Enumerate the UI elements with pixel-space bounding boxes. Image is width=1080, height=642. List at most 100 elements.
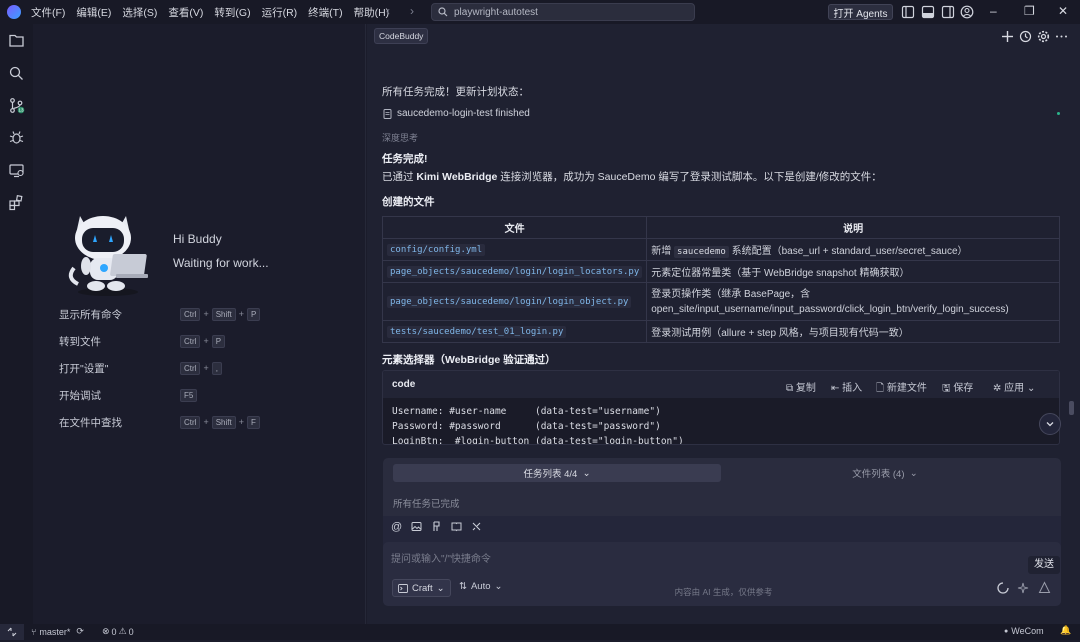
menu-view[interactable]: 查看(V) (168, 5, 203, 20)
status-dot (1057, 112, 1060, 115)
wecom-indicator[interactable]: ● WeCom (1004, 626, 1044, 636)
menu-file[interactable]: 文件(F) (31, 5, 65, 20)
notifications-bell-icon[interactable]: 🔔 (1060, 625, 1071, 636)
table-header: 说明 (646, 216, 1060, 239)
open-agents-button[interactable]: 打开 Agents (828, 4, 893, 20)
restore-icon[interactable]: ❐ (1024, 4, 1035, 18)
extensions-icon[interactable] (8, 194, 25, 211)
table-row: tests/saucedemo/test_01_login.py 登录测试用例（… (381, 320, 1060, 343)
menu-terminal[interactable]: 终端(T) (308, 5, 342, 20)
code-block: code ⧉ 复制 ⇤ 插入 🗋 新建文件 🖫 保存 ✲ 应用 ⌄ Userna… (382, 370, 1060, 445)
git-branch-icon: ⑂ (31, 626, 37, 637)
input-toolbar: @ (391, 521, 482, 533)
copy-button[interactable]: ⧉ 复制 (786, 379, 816, 394)
tab-file-list[interactable]: 文件列表 (4) ⌄ (721, 464, 1049, 482)
save-button[interactable]: 🖫 保存 (942, 379, 973, 398)
close-icon[interactable]: ✕ (1058, 4, 1068, 18)
menu-run[interactable]: 运行(R) (262, 5, 298, 20)
table-header: 文件 (381, 216, 648, 239)
toggle-panel-icon[interactable] (921, 5, 935, 19)
file-link[interactable]: tests/saucedemo/test_01_login.py (387, 326, 567, 338)
shortcut-show-commands[interactable]: 显示所有命令 Ctrl + Shift + P (59, 306, 359, 322)
send-button[interactable]: 发送 (1028, 556, 1060, 574)
buddy-robot-mascot (68, 216, 148, 296)
new-chat-plus-icon[interactable] (1001, 30, 1014, 43)
all-tasks-done-text: 所有任务已完成 (393, 499, 460, 510)
sync-icon: ⟳ (76, 626, 84, 636)
toggle-secondary-sidebar-icon[interactable] (941, 5, 955, 19)
code-line: Password: #password (data-test="password… (392, 421, 661, 432)
title-bar: 文件(F) 编辑(E) 选择(S) 查看(V) 转到(G) 运行(R) 终端(T… (0, 0, 1080, 24)
forward-arrow-icon[interactable]: › (410, 4, 414, 18)
plan-update-text: 所有任务完成！更新计划状态： (382, 86, 529, 98)
code-block-header: code ⧉ 复制 ⇤ 插入 🗋 新建文件 🖫 保存 ✲ 应用 ⌄ (383, 371, 1059, 398)
files-heading: 创建的文件 (382, 196, 435, 208)
menu-selection[interactable]: 选择(S) (122, 5, 157, 20)
shortcut-go-to-file[interactable]: 转到文件 Ctrl + P (59, 333, 359, 349)
file-link[interactable]: page_objects/saucedemo/login/login_objec… (387, 296, 632, 308)
search-icon (438, 7, 448, 17)
account-icon[interactable] (960, 5, 974, 19)
code-language-label: code (392, 379, 416, 390)
debug-icon[interactable] (8, 129, 25, 146)
back-arrow-icon[interactable]: ‹ (386, 4, 390, 18)
selector-heading: 元素选择器（WebBridge 验证通过） (382, 354, 556, 366)
history-icon[interactable] (1019, 30, 1032, 43)
shortcut-open-settings[interactable]: 打开"设置" Ctrl + , (59, 360, 359, 376)
source-control-icon[interactable]: 13 (8, 97, 25, 114)
scroll-to-bottom-button[interactable] (1039, 413, 1061, 435)
toggle-sidebar-icon[interactable] (901, 5, 915, 19)
shortcut-start-debug[interactable]: 开始调试 F5 (59, 387, 359, 403)
command-search-input[interactable]: playwright-autotest (431, 3, 695, 21)
created-files-table: 文件 说明 config/config.yml 新增 saucedemo 系统配… (381, 216, 1060, 343)
deep-thinking-label[interactable]: 深度思考 (382, 131, 418, 144)
image-icon[interactable] (411, 521, 422, 532)
table-row: page_objects/saucedemo/login/login_objec… (381, 282, 1060, 321)
status-bar: ⑂ master* ⟳ ⊗ 0 ⚠ 0 ● WeCom 🔔 (0, 624, 1080, 640)
menu-help[interactable]: 帮助(H) (354, 5, 390, 20)
table-row: config/config.yml 新增 saucedemo 系统配置（base… (381, 238, 1060, 261)
remote-explorer-icon[interactable] (8, 162, 25, 179)
mention-icon[interactable]: @ (391, 521, 402, 533)
more-options-icon[interactable] (1055, 30, 1068, 43)
app-logo-icon (7, 5, 21, 19)
remote-indicator[interactable] (0, 624, 24, 640)
search-icon[interactable] (8, 65, 25, 82)
tools-icon[interactable] (471, 521, 482, 532)
input-placeholder: 提问或输入"/"快捷命令 (391, 554, 491, 565)
settings-gear-icon[interactable] (1037, 30, 1050, 43)
greeting-text: Hi Buddy (173, 232, 222, 246)
minimize-icon[interactable]: – (990, 4, 997, 18)
tab-codebuddy[interactable]: CodeBuddy (374, 28, 429, 44)
file-link[interactable]: config/config.yml (387, 244, 486, 256)
chat-scrollbar[interactable] (1069, 401, 1074, 415)
problems-indicator[interactable]: ⊗ 0 ⚠ 0 (102, 626, 134, 637)
rules-icon[interactable] (431, 521, 442, 532)
chevron-down-icon: ⌄ (909, 467, 918, 479)
task-done-heading: 任务完成! (382, 153, 428, 165)
chevron-down-icon: ⌄ (582, 467, 591, 479)
table-header-row: 文件 说明 (381, 216, 1060, 239)
file-link[interactable]: page_objects/saucedemo/login/login_locat… (387, 266, 643, 278)
svg-text:13: 13 (18, 108, 24, 113)
remote-icon (7, 627, 17, 637)
clipboard-icon (383, 109, 392, 119)
shortcut-find-in-files[interactable]: 在文件中查找 Ctrl + Shift + F (59, 414, 359, 430)
welcome-panel: Hi Buddy Waiting for work... 显示所有命令 Ctrl… (33, 24, 366, 624)
menu-go[interactable]: 转到(G) (214, 5, 250, 20)
apply-button[interactable]: ✲ 应用 ⌄ (993, 379, 1035, 394)
insert-button[interactable]: ⇤ 插入 (831, 379, 862, 394)
error-icon: ⊗ (102, 626, 110, 636)
tab-task-list[interactable]: 任务列表 4/4 ⌄ (393, 464, 721, 482)
chevron-down-icon (1046, 422, 1054, 427)
code-line: LoginBtn: #login-button (data-test="logi… (392, 436, 684, 445)
branch-indicator[interactable]: ⑂ master* ⟳ (31, 626, 84, 637)
summary-text: 已通过 Kimi WebBridge 连接浏览器，成功为 SauceDemo 编… (382, 171, 882, 183)
menu-edit[interactable]: 编辑(E) (76, 5, 111, 20)
code-line: Username: #user-name (data-test="usernam… (392, 406, 661, 417)
activity-bar: 13 (0, 24, 33, 624)
agent-status-text: Waiting for work... (173, 256, 269, 270)
new-file-button[interactable]: 🗋 新建文件 (876, 379, 927, 398)
explorer-icon[interactable] (8, 32, 25, 49)
book-icon[interactable] (451, 521, 462, 532)
